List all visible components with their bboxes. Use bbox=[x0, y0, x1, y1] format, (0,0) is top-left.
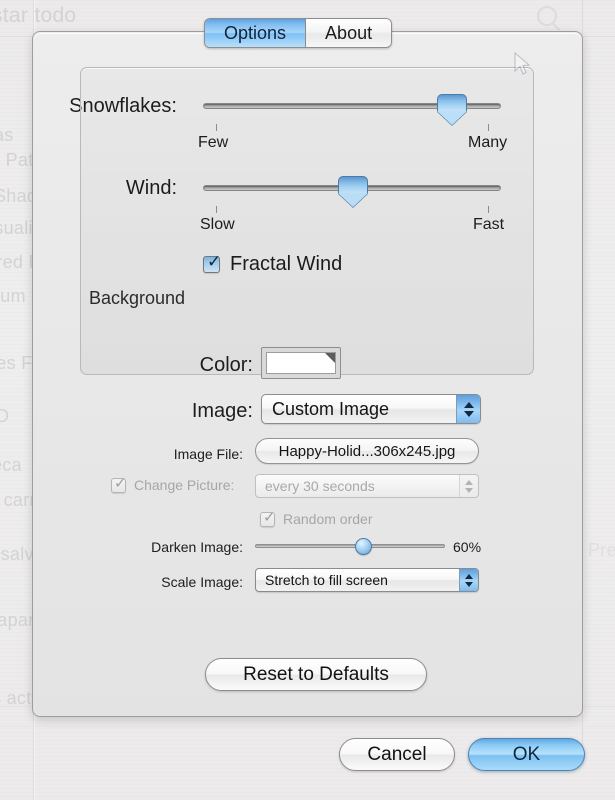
chevron-down-icon bbox=[463, 410, 474, 417]
reset-to-defaults-button[interactable]: Reset to Defaults bbox=[205, 658, 427, 691]
darken-image-slider-track[interactable] bbox=[255, 544, 445, 548]
background-color-well[interactable] bbox=[261, 347, 341, 379]
tab-options[interactable]: Options bbox=[205, 19, 307, 47]
image-popup-value: Custom Image bbox=[272, 398, 390, 419]
change-picture-label: Change Picture: bbox=[134, 477, 235, 493]
darken-image-value: 60% bbox=[453, 539, 482, 555]
change-picture-popup-value: every 30 seconds bbox=[265, 478, 375, 494]
chevron-up-icon bbox=[465, 573, 473, 579]
change-picture-row: ✓ Change Picture: bbox=[111, 473, 235, 493]
backdrop-title-text: star todo bbox=[0, 4, 77, 27]
chevron-down-icon bbox=[465, 581, 473, 587]
popup-arrows-icon[interactable] bbox=[456, 395, 480, 423]
chevron-up-icon bbox=[463, 401, 474, 408]
checkmark-icon: ✓ bbox=[263, 507, 276, 526]
image-label: Image: bbox=[191, 400, 253, 422]
change-picture-popup-button: every 30 seconds bbox=[255, 474, 479, 498]
ok-button[interactable]: OK bbox=[468, 738, 585, 771]
scale-image-popup-button[interactable]: Stretch to fill screen bbox=[255, 568, 479, 592]
image-file-button[interactable]: Happy-Holid...306x245.jpg bbox=[255, 438, 479, 464]
screensaver-options-dialog: Options About Snowflakes: Few Many Wind:… bbox=[32, 18, 583, 717]
chevron-up-icon bbox=[465, 479, 473, 485]
darken-image-slider-thumb[interactable] bbox=[355, 538, 372, 555]
tab-about[interactable]: About bbox=[306, 19, 392, 47]
color-picker-corner-icon bbox=[325, 353, 335, 363]
scale-image-label: Scale Image: bbox=[161, 574, 243, 590]
checkmark-icon: ✓ bbox=[114, 473, 127, 492]
cancel-button[interactable]: Cancel bbox=[339, 738, 455, 771]
background-group-box bbox=[80, 67, 534, 375]
popup-arrows-icon[interactable] bbox=[459, 569, 478, 591]
popup-arrows-icon bbox=[459, 475, 478, 497]
backdrop-list-item: rum bbox=[0, 286, 26, 306]
random-order-label: Random order bbox=[283, 511, 373, 527]
backdrop-list-item: D bbox=[0, 406, 10, 426]
scale-image-popup-value: Stretch to fill screen bbox=[265, 572, 388, 588]
search-icon bbox=[537, 6, 557, 26]
tab-bar: Options About bbox=[204, 18, 393, 48]
image-popup-button[interactable]: Custom Image bbox=[261, 394, 481, 424]
random-order-row: ✓ Random order bbox=[260, 507, 373, 527]
image-file-label: Image File: bbox=[173, 446, 243, 462]
backdrop-divider-horizontal-footer bbox=[0, 726, 615, 727]
random-order-checkbox: ✓ bbox=[260, 507, 276, 527]
chevron-down-icon bbox=[465, 487, 473, 493]
backdrop-list-item: as bbox=[0, 125, 14, 145]
change-picture-checkbox: ✓ bbox=[111, 473, 127, 493]
backdrop-list-item: eca bbox=[0, 455, 22, 475]
color-label: Color: bbox=[199, 354, 253, 376]
darken-image-label: Darken Image: bbox=[151, 539, 243, 555]
mouse-cursor-icon bbox=[514, 52, 530, 75]
background-group-label: Background bbox=[89, 288, 186, 308]
backdrop-right-text: Pre bbox=[588, 540, 615, 560]
